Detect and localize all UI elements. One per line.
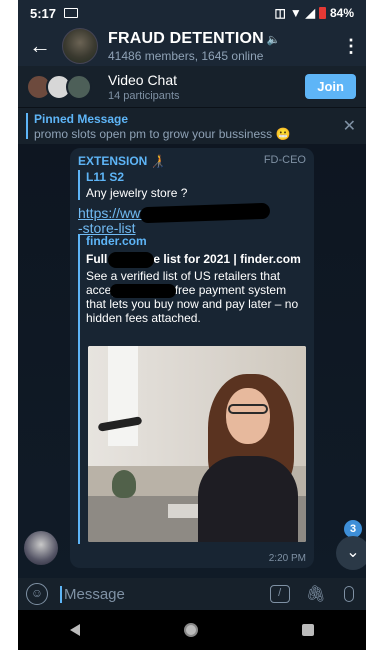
group-avatar[interactable] <box>62 28 98 64</box>
message-time: 2:20 PM <box>268 553 306 564</box>
status-icons: ◫ ▼ ◢ 84% <box>275 6 355 20</box>
pinned-title: Pinned Message <box>34 111 129 126</box>
message-list[interactable]: EXTENSION 🧑‍🦯 FD-CEO L11 S2 Any jewelry … <box>18 144 366 578</box>
admin-badge: FD-CEO <box>263 154 306 166</box>
battery-icon <box>318 7 326 19</box>
reply-quote[interactable]: L11 S2 Any jewelry store ? <box>78 170 278 200</box>
message-input[interactable]: Message <box>60 585 240 603</box>
group-title: FRAUD DETENTION <box>108 29 264 47</box>
chat-header: ← FRAUD DETENTION 🔈 41486 members, 1645 o… <box>18 26 366 66</box>
redaction-mark <box>108 252 154 268</box>
reply-text: Any jewelry store ? <box>86 186 188 200</box>
status-bar: 5:17 ◫ ▼ ◢ 84% <box>18 0 366 26</box>
pinned-text: promo slots open pm to grow your bussine… <box>34 126 291 141</box>
vibrate-icon: ◫ <box>274 6 286 20</box>
back-arrow-icon[interactable]: ← <box>18 33 62 59</box>
bot-command-icon[interactable]: / <box>269 585 290 603</box>
video-chat-bar[interactable]: Video Chat 14 participants Join <box>18 66 366 108</box>
signal-icon: ◢ <box>305 6 315 20</box>
sender-avatar[interactable] <box>24 531 58 565</box>
nav-back-icon[interactable] <box>70 624 80 636</box>
nav-recents-icon[interactable] <box>302 624 314 636</box>
group-info[interactable]: FRAUD DETENTION 🔈 41486 members, 1645 onl… <box>108 30 281 63</box>
preview-image[interactable] <box>88 346 306 542</box>
more-options-icon[interactable]: ⋮ <box>336 36 366 57</box>
battery-percent: 84% <box>329 6 354 20</box>
video-chat-participants: 14 participants <box>108 89 180 102</box>
message-sender[interactable]: EXTENSION 🧑‍🦯 <box>78 154 166 168</box>
redaction-mark <box>139 202 271 224</box>
link-preview[interactable]: finder.com Full US store list for 2021 |… <box>78 234 306 544</box>
mute-icon: 🔈 <box>266 33 281 46</box>
attach-icon[interactable]: 🖇 <box>306 584 326 604</box>
pinned-message-bar[interactable]: Pinned Message promo slots open pm to gr… <box>18 108 366 144</box>
message-composer: ☺ Message / 🖇 <box>18 578 366 610</box>
status-time: 5:17 <box>30 5 57 21</box>
reply-sender: L11 S2 <box>86 170 125 184</box>
scroll-down-button[interactable]: ⌄ <box>336 536 366 570</box>
preview-site: finder.com <box>86 234 147 248</box>
close-icon[interactable]: ✕ <box>343 116 356 136</box>
redaction-mark <box>110 284 176 298</box>
android-nav-bar <box>18 610 366 650</box>
avatar <box>66 73 92 100</box>
phone-screen: 5:17 ◫ ▼ ◢ 84% ← FRAUD DETENTION 🔈 41486 … <box>18 0 366 650</box>
image-notification-icon <box>64 8 79 18</box>
pin-accent-bar <box>26 113 28 139</box>
participant-avatars <box>26 72 106 102</box>
group-members: 41486 members, 1645 online <box>108 48 264 63</box>
nav-home-icon[interactable] <box>184 623 198 637</box>
message-bubble[interactable]: EXTENSION 🧑‍🦯 FD-CEO L11 S2 Any jewelry … <box>70 148 314 568</box>
microphone-icon[interactable] <box>344 586 354 602</box>
video-chat-title: Video Chat <box>108 71 178 88</box>
wifi-icon: ▼ <box>289 6 302 20</box>
join-button[interactable]: Join <box>305 74 356 99</box>
emoji-icon[interactable]: ☺ <box>26 583 48 605</box>
chevron-down-icon: ⌄ <box>346 544 360 561</box>
